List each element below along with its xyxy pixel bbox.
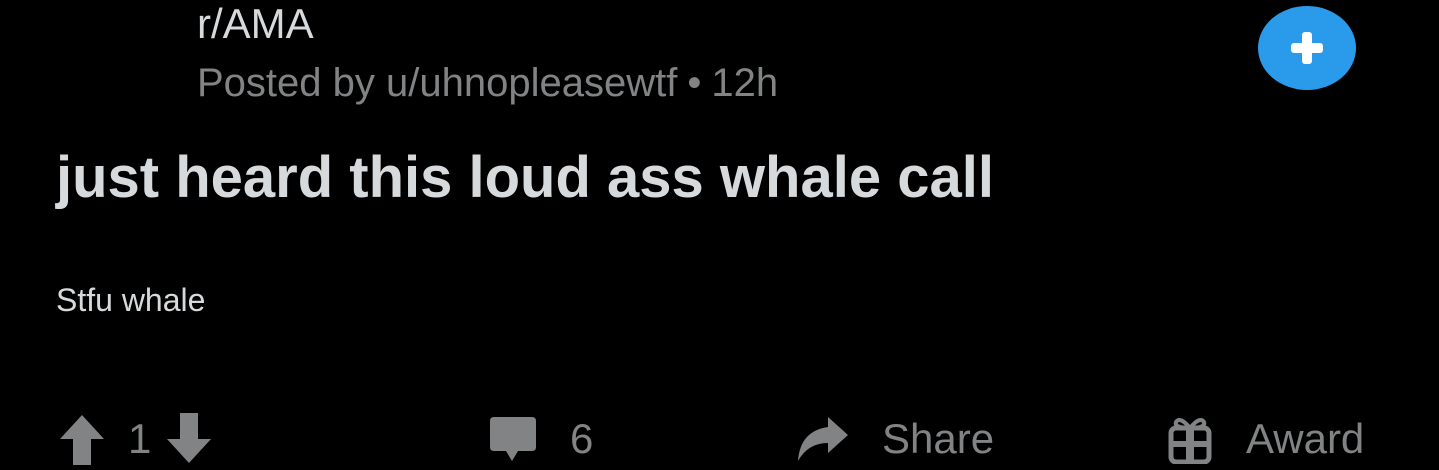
share-arrow-icon xyxy=(794,415,850,463)
join-button[interactable] xyxy=(1258,6,1356,90)
award-label: Award xyxy=(1246,415,1365,462)
post-meta: Posted by u/uhnopleasewtf • 12h xyxy=(197,58,778,108)
author-link[interactable]: u/uhnopleasewtf xyxy=(386,61,677,105)
post-body: Stfu whale xyxy=(56,282,206,318)
meta-separator: • xyxy=(687,61,702,105)
post-age: 12h xyxy=(711,61,779,105)
gift-icon xyxy=(1166,414,1214,464)
arrow-down-icon[interactable] xyxy=(165,413,213,465)
comment-bubble-icon xyxy=(488,415,538,463)
vote-group: 1 xyxy=(58,410,213,468)
share-button[interactable]: Share xyxy=(794,410,994,468)
share-label: Share xyxy=(882,415,995,462)
subreddit-name[interactable]: r/AMA xyxy=(197,0,314,50)
vote-score: 1 xyxy=(128,415,152,462)
comments-button[interactable]: 6 xyxy=(488,410,593,468)
arrow-up-icon[interactable] xyxy=(58,413,106,465)
comment-count: 6 xyxy=(570,415,594,462)
award-button[interactable]: Award xyxy=(1166,410,1364,468)
posted-by-label: Posted by xyxy=(197,61,375,105)
post-title[interactable]: just heard this loud ass whale call xyxy=(56,140,994,216)
action-bar: 1 6 Share Award xyxy=(0,410,1439,470)
plus-icon xyxy=(1287,28,1327,68)
